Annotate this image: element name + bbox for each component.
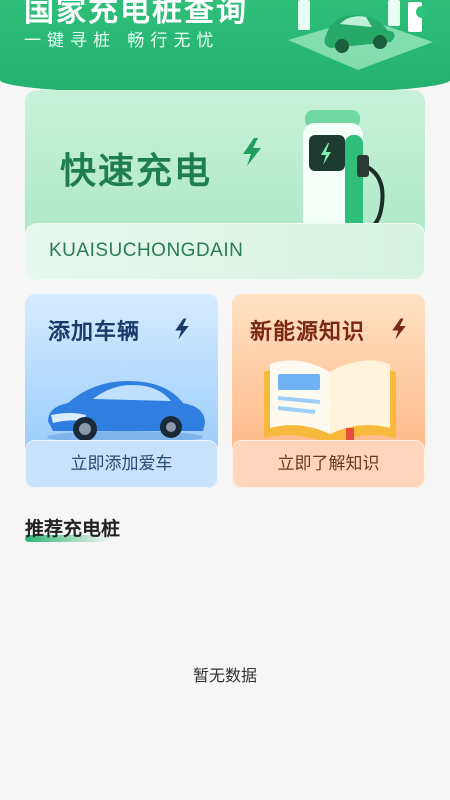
fast-charge-title: 快速充电	[60, 151, 213, 192]
add-vehicle-title: 添加车辆	[48, 320, 141, 345]
book-icon	[264, 360, 396, 444]
knowledge-title: 新能源知识	[250, 320, 366, 345]
add-vehicle-card[interactable]: 添加车辆 立即添加爱车	[25, 294, 218, 488]
header-banner: 国家充电桩查询 一键寻桩 畅行无忧	[0, 0, 450, 95]
fast-charge-code-bar: KUAISUCHONGDAIN	[25, 223, 425, 280]
fast-charge-code: KUAISUCHONGDAIN	[49, 240, 244, 261]
car-icon	[47, 381, 205, 443]
lightning-icon	[175, 318, 189, 340]
lightning-icon	[243, 138, 261, 166]
add-car-button[interactable]: 立即添加爱车	[25, 440, 218, 488]
empty-state-text: 暂无数据	[192, 666, 257, 685]
lightning-icon	[392, 318, 406, 340]
app-slogan: 一键寻桩 畅行无忧	[24, 31, 220, 51]
charger-icon	[303, 110, 385, 238]
knowledge-card[interactable]: 新能源知识 立即了解知识	[232, 294, 425, 488]
fast-charge-card[interactable]: 快速充电 KUAISUCHONGDAIN	[25, 90, 425, 280]
learn-knowledge-button[interactable]: 立即了解知识	[232, 440, 425, 488]
charging-station-illustration	[288, 0, 433, 70]
recommend-section-title: 推荐充电桩	[25, 518, 121, 540]
